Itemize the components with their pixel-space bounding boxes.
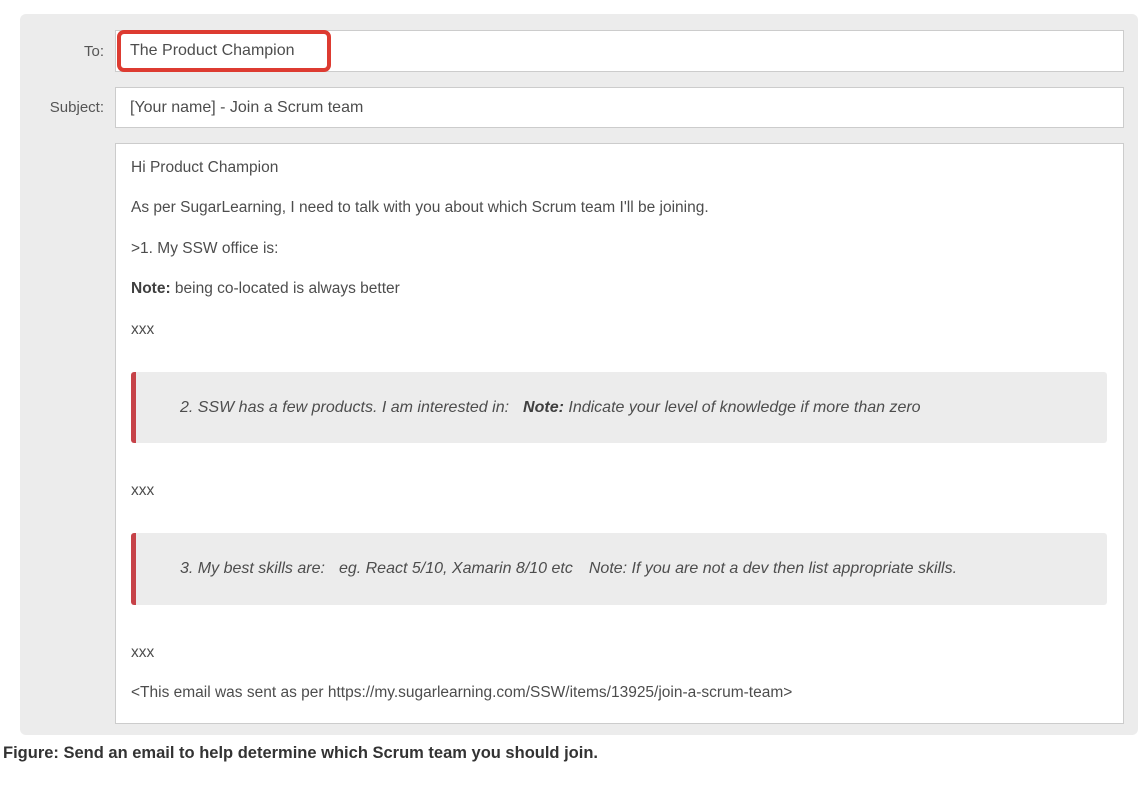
note1-text: being co-located is always better <box>171 280 400 297</box>
subject-label: Subject: <box>20 99 115 116</box>
blockquote-skills: 3. My best skills are: eg. React 5/10, Xa… <box>131 533 1107 604</box>
body-note1: Note: being co-located is always better <box>131 279 1107 298</box>
email-body-editor[interactable]: Hi Product Champion As per SugarLearning… <box>115 143 1124 724</box>
to-input[interactable]: The Product Champion <box>115 30 1124 72</box>
quote1-note-text: Indicate your level of knowledge if more… <box>564 399 921 416</box>
quote2-example: eg. React 5/10, Xamarin 8/10 etc <box>339 560 573 577</box>
email-compose-panel: To: The Product Champion Subject: [Your … <box>20 14 1138 735</box>
figure-caption: Figure: Send an email to help determine … <box>3 744 598 763</box>
quote1-text: 2. SSW has a few products. I am interest… <box>180 399 509 416</box>
body-question1: >1. My SSW office is: <box>131 239 1107 258</box>
subject-input-value: [Your name] - Join a Scrum team <box>130 99 363 117</box>
body-row: Hi Product Champion As per SugarLearning… <box>20 143 1124 724</box>
to-row: To: The Product Champion <box>20 30 1124 72</box>
body-placeholder1: xxx <box>131 320 1107 339</box>
body-placeholder3: xxx <box>131 643 1107 662</box>
body-footer: <This email was sent as per https://my.s… <box>131 683 1107 702</box>
quote2-note: Note: If you are not a dev then list app… <box>589 560 957 577</box>
quote2-text: 3. My best skills are: <box>180 560 325 577</box>
blockquote-products: 2. SSW has a few products. I am interest… <box>131 372 1107 443</box>
note1-label: Note: <box>131 280 171 297</box>
subject-input-wrap: [Your name] - Join a Scrum team <box>115 87 1124 128</box>
to-label: To: <box>20 43 115 60</box>
body-placeholder2: xxx <box>131 481 1107 500</box>
body-intro: As per SugarLearning, I need to talk wit… <box>131 198 1107 217</box>
to-input-wrap: The Product Champion <box>115 30 1124 72</box>
to-input-value: The Product Champion <box>130 42 295 60</box>
subject-input[interactable]: [Your name] - Join a Scrum team <box>115 87 1124 128</box>
subject-row: Subject: [Your name] - Join a Scrum team <box>20 87 1124 128</box>
body-greeting: Hi Product Champion <box>131 158 1107 177</box>
quote1-note-label: Note: <box>523 399 564 416</box>
